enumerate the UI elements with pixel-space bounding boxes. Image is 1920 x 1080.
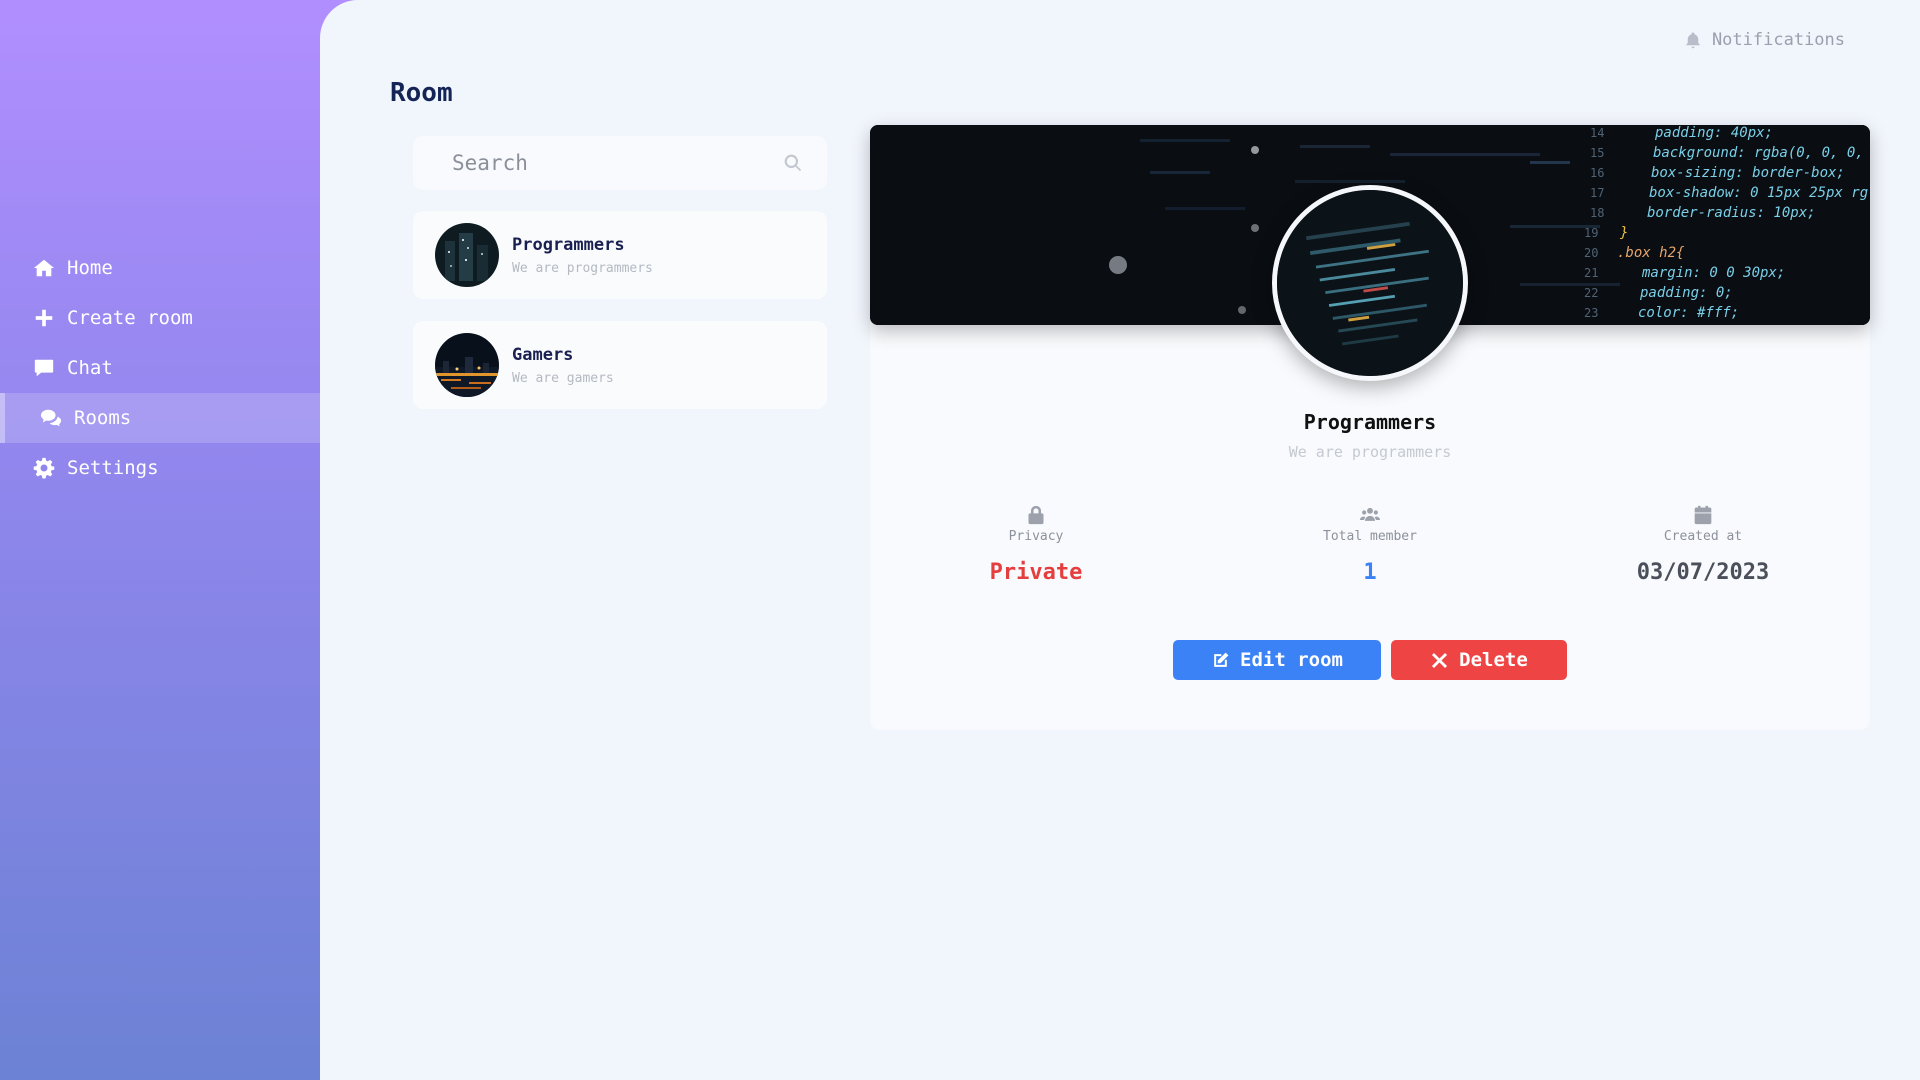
svg-text:20: 20	[1584, 246, 1598, 260]
edit-icon	[1214, 652, 1229, 667]
svg-text:padding: 40px;: padding: 40px;	[1654, 125, 1773, 141]
stat-created-at: Created at 03/07/2023	[1593, 505, 1813, 585]
edit-room-label: Edit room	[1240, 649, 1343, 671]
sidebar-item-home[interactable]: Home	[0, 243, 320, 293]
svg-text:box-shadow: 0 15px 25px rg: box-shadow: 0 15px 25px rg	[1649, 185, 1868, 201]
sidebar-item-label: Settings	[67, 457, 159, 479]
notifications-button[interactable]: Notifications	[1684, 30, 1845, 50]
member-count-value: 1	[1363, 560, 1377, 585]
room-info: Gamers We are gamers	[512, 345, 614, 386]
svg-text:17: 17	[1590, 186, 1604, 200]
delete-room-button[interactable]: Delete	[1391, 640, 1567, 680]
svg-text:background: rgba(0, 0, 0,: background: rgba(0, 0, 0,	[1653, 145, 1864, 161]
delete-room-label: Delete	[1459, 649, 1528, 671]
stat-privacy: Privacy Private	[926, 505, 1146, 585]
svg-text:color: #fff;: color: #fff;	[1638, 305, 1739, 321]
room-detail-card: 14 15 16 17 18 19 20 21 22 23 padding: 4…	[870, 125, 1870, 730]
room-description: We are gamers	[512, 370, 614, 386]
sidebar-item-create-room[interactable]: Create room	[0, 293, 320, 343]
svg-text:23: 23	[1584, 306, 1598, 320]
sidebar: Home Create room Chat Rooms Settings	[0, 0, 320, 1080]
svg-text:.box h2{: .box h2{	[1617, 245, 1685, 261]
sidebar-nav: Home Create room Chat Rooms Settings	[0, 243, 320, 493]
room-name: Gamers	[512, 344, 574, 365]
svg-text:margin: 0 0 30px;: margin: 0 0 30px;	[1641, 265, 1785, 281]
privacy-value: Private	[989, 560, 1083, 585]
svg-text:}: }	[1619, 225, 1628, 241]
svg-text:box-sizing: border-box;: box-sizing: border-box;	[1651, 165, 1845, 181]
room-list-item-programmers[interactable]: Programmers We are programmers	[413, 211, 827, 299]
svg-text:18: 18	[1590, 206, 1604, 220]
plus-icon	[35, 309, 53, 327]
search-input[interactable]	[452, 151, 783, 175]
search-box	[413, 136, 827, 190]
room-avatar	[435, 223, 499, 287]
created-date-value: 03/07/2023	[1636, 560, 1770, 585]
svg-text:14: 14	[1590, 126, 1604, 140]
sidebar-item-settings[interactable]: Settings	[0, 443, 320, 493]
svg-text:border-radius: 10px;: border-radius: 10px;	[1647, 205, 1816, 221]
stat-label: Created at	[1663, 529, 1743, 544]
chat-icon	[34, 359, 54, 377]
svg-text:19: 19	[1584, 226, 1598, 240]
bell-icon	[1686, 32, 1700, 49]
sidebar-item-label: Rooms	[74, 407, 132, 429]
stat-label: Privacy	[1008, 529, 1064, 544]
users-icon	[1360, 507, 1380, 521]
notifications-label: Notifications	[1711, 30, 1845, 50]
svg-text:padding: 0;: padding: 0;	[1639, 285, 1733, 301]
sidebar-item-label: Home	[67, 257, 113, 279]
room-detail-description: We are programmers	[1288, 443, 1452, 461]
room-avatar	[435, 333, 499, 397]
svg-text:16: 16	[1590, 166, 1604, 180]
svg-text:21: 21	[1584, 266, 1598, 280]
room-name: Programmers	[512, 234, 625, 255]
edit-room-button[interactable]: Edit room	[1173, 640, 1381, 680]
sidebar-item-rooms[interactable]: Rooms	[0, 393, 320, 443]
calendar-icon	[1694, 505, 1712, 525]
svg-text:15: 15	[1590, 146, 1604, 160]
room-list-item-gamers[interactable]: Gamers We are gamers	[413, 321, 827, 409]
lock-icon	[1028, 505, 1044, 525]
search-icon[interactable]	[783, 153, 803, 173]
room-description: We are programmers	[512, 260, 653, 276]
close-icon	[1432, 652, 1448, 668]
stat-total-member: Total member 1	[1260, 505, 1480, 585]
sidebar-item-label: Chat	[67, 357, 113, 379]
main-panel: Notifications Room Programmers We are p	[320, 0, 1920, 1080]
room-detail-name: Programmers	[1303, 410, 1437, 434]
stat-label: Total member	[1323, 529, 1417, 544]
home-icon	[33, 259, 55, 277]
room-info: Programmers We are programmers	[512, 235, 653, 276]
svg-text:22: 22	[1584, 286, 1598, 300]
room-avatar-large	[1272, 185, 1468, 381]
sidebar-item-label: Create room	[67, 307, 193, 329]
sidebar-item-chat[interactable]: Chat	[0, 343, 320, 393]
gear-icon	[33, 457, 55, 479]
page-title: Room	[390, 78, 453, 108]
comments-icon	[40, 409, 62, 427]
